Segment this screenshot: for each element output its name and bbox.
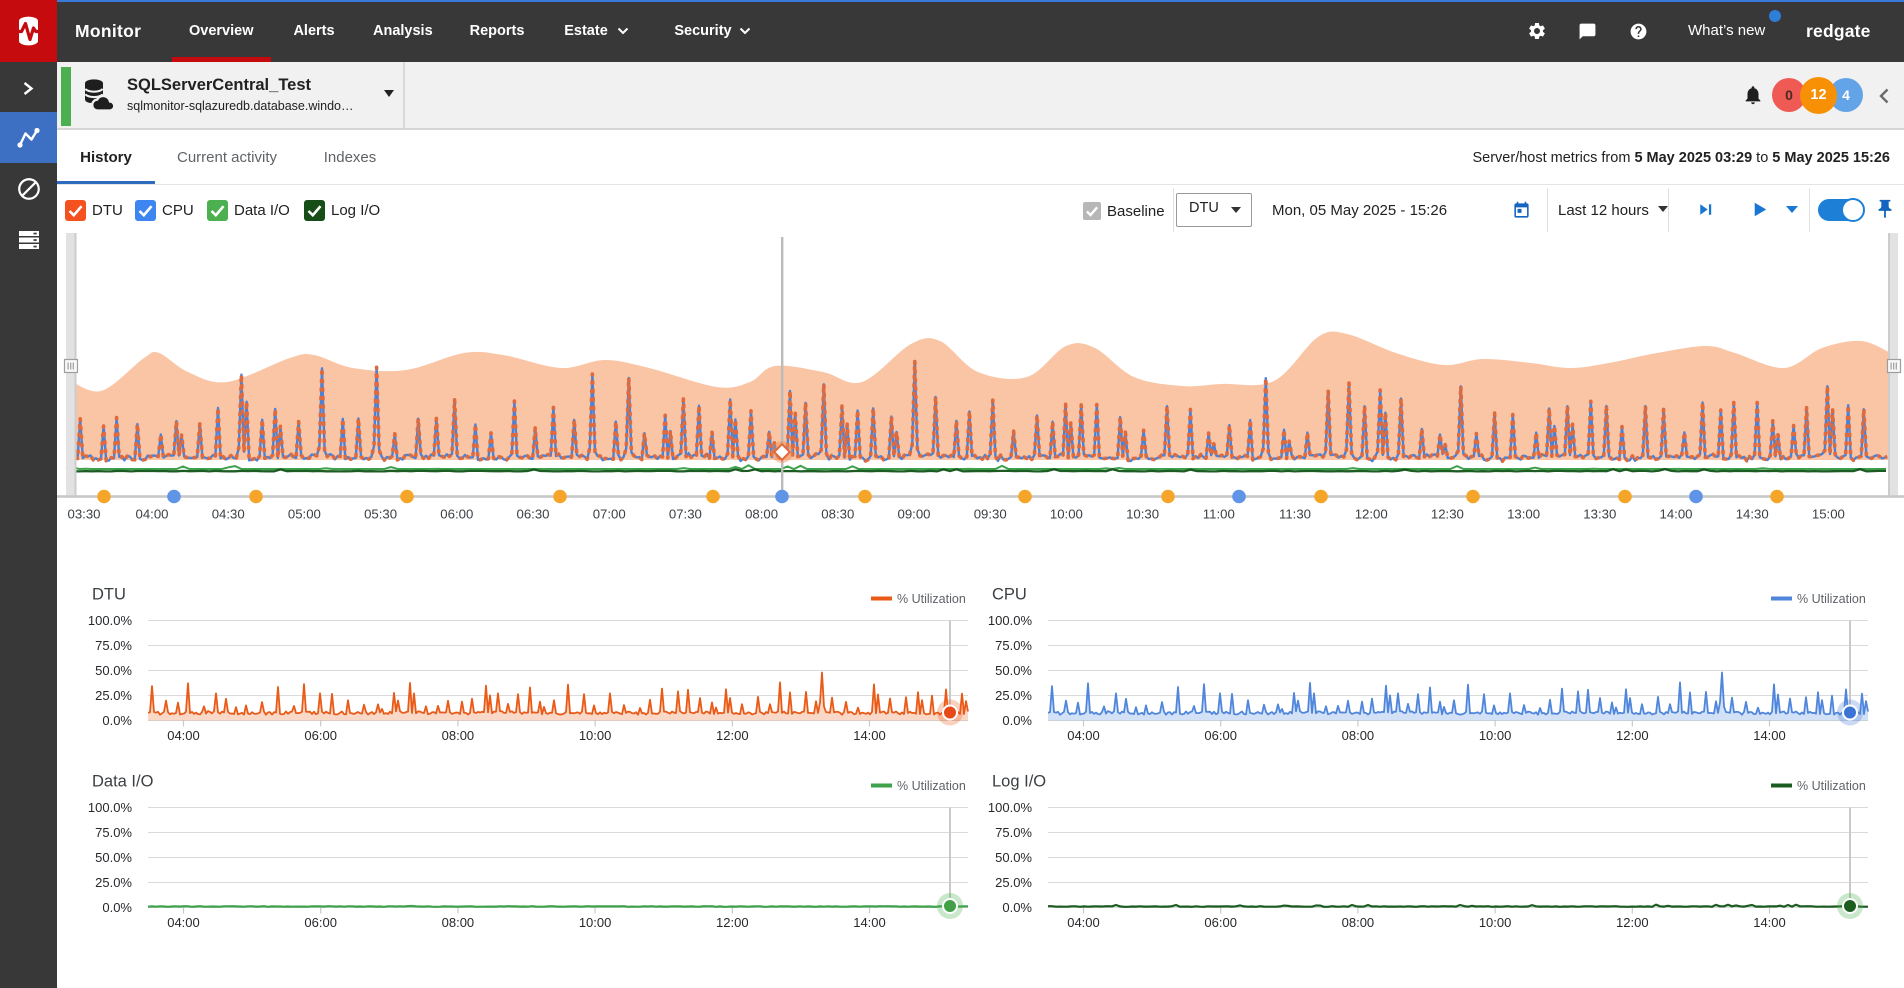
svg-text:% Utilization: % Utilization [897,592,966,606]
svg-text:12:00: 12:00 [1355,507,1388,522]
svg-text:10:00: 10:00 [579,728,612,743]
svg-text:14:00: 14:00 [853,728,886,743]
svg-text:11:30: 11:30 [1279,507,1311,522]
svg-text:08:00: 08:00 [745,507,778,522]
svg-text:08:00: 08:00 [442,728,475,743]
svg-text:13:00: 13:00 [1507,507,1540,522]
svg-text:10:00: 10:00 [579,915,612,930]
svg-text:05:30: 05:30 [364,507,397,522]
svg-text:14:00: 14:00 [853,915,886,930]
svg-text:25.0%: 25.0% [95,875,132,890]
svg-text:14:30: 14:30 [1736,507,1769,522]
svg-text:12:00: 12:00 [716,915,749,930]
svg-text:06:00: 06:00 [440,507,473,522]
svg-text:50.0%: 50.0% [95,850,132,865]
svg-text:09:30: 09:30 [974,507,1007,522]
svg-text:12:00: 12:00 [716,728,749,743]
svg-text:0.0%: 0.0% [1002,713,1032,728]
svg-text:12:30: 12:30 [1431,507,1464,522]
svg-text:50.0%: 50.0% [995,850,1032,865]
svg-text:13:30: 13:30 [1583,507,1616,522]
svg-text:10:30: 10:30 [1126,507,1159,522]
svg-text:06:00: 06:00 [304,915,337,930]
svg-text:12:00: 12:00 [1616,915,1649,930]
svg-text:06:00: 06:00 [1204,915,1237,930]
svg-text:CPU: CPU [992,586,1027,604]
svg-text:08:00: 08:00 [1342,915,1375,930]
svg-text:14:00: 14:00 [1753,728,1786,743]
svg-text:04:00: 04:00 [1067,915,1100,930]
svg-text:04:00: 04:00 [1067,728,1100,743]
svg-text:04:00: 04:00 [135,507,168,522]
svg-text:% Utilization: % Utilization [897,779,966,793]
svg-text:08:00: 08:00 [442,915,475,930]
svg-text:Log I/O: Log I/O [992,773,1046,791]
svg-text:25.0%: 25.0% [995,875,1032,890]
svg-text:08:00: 08:00 [1342,728,1375,743]
svg-text:100.0%: 100.0% [988,613,1033,628]
svg-text:50.0%: 50.0% [995,663,1032,678]
svg-text:10:00: 10:00 [1479,915,1512,930]
svg-text:0.0%: 0.0% [1002,900,1032,915]
svg-text:03:30: 03:30 [67,507,100,522]
svg-text:06:00: 06:00 [304,728,337,743]
svg-text:0.0%: 0.0% [102,900,132,915]
svg-text:100.0%: 100.0% [88,613,133,628]
svg-text:06:00: 06:00 [1204,728,1237,743]
svg-text:14:00: 14:00 [1753,915,1786,930]
svg-text:14:00: 14:00 [1659,507,1692,522]
svg-text:09:00: 09:00 [897,507,930,522]
svg-text:12:00: 12:00 [1616,728,1649,743]
svg-text:50.0%: 50.0% [95,663,132,678]
svg-text:04:00: 04:00 [167,915,200,930]
svg-text:06:30: 06:30 [516,507,549,522]
svg-text:25.0%: 25.0% [95,688,132,703]
svg-text:75.0%: 75.0% [995,638,1032,653]
svg-text:DTU: DTU [92,586,126,604]
svg-text:75.0%: 75.0% [995,825,1032,840]
svg-text:07:30: 07:30 [669,507,702,522]
svg-text:0.0%: 0.0% [102,713,132,728]
svg-text:08:30: 08:30 [821,507,854,522]
svg-text:100.0%: 100.0% [88,800,133,815]
svg-text:15:00: 15:00 [1812,507,1845,522]
svg-text:11:00: 11:00 [1203,507,1235,522]
svg-text:05:00: 05:00 [288,507,321,522]
svg-text:Data I/O: Data I/O [92,773,154,791]
svg-text:07:00: 07:00 [593,507,626,522]
svg-text:04:30: 04:30 [212,507,245,522]
svg-text:04:00: 04:00 [167,728,200,743]
svg-text:10:00: 10:00 [1050,507,1083,522]
svg-text:% Utilization: % Utilization [1797,779,1866,793]
svg-text:75.0%: 75.0% [95,638,132,653]
svg-text:10:00: 10:00 [1479,728,1512,743]
svg-text:% Utilization: % Utilization [1797,592,1866,606]
svg-text:25.0%: 25.0% [995,688,1032,703]
svg-text:100.0%: 100.0% [988,800,1033,815]
svg-text:75.0%: 75.0% [95,825,132,840]
